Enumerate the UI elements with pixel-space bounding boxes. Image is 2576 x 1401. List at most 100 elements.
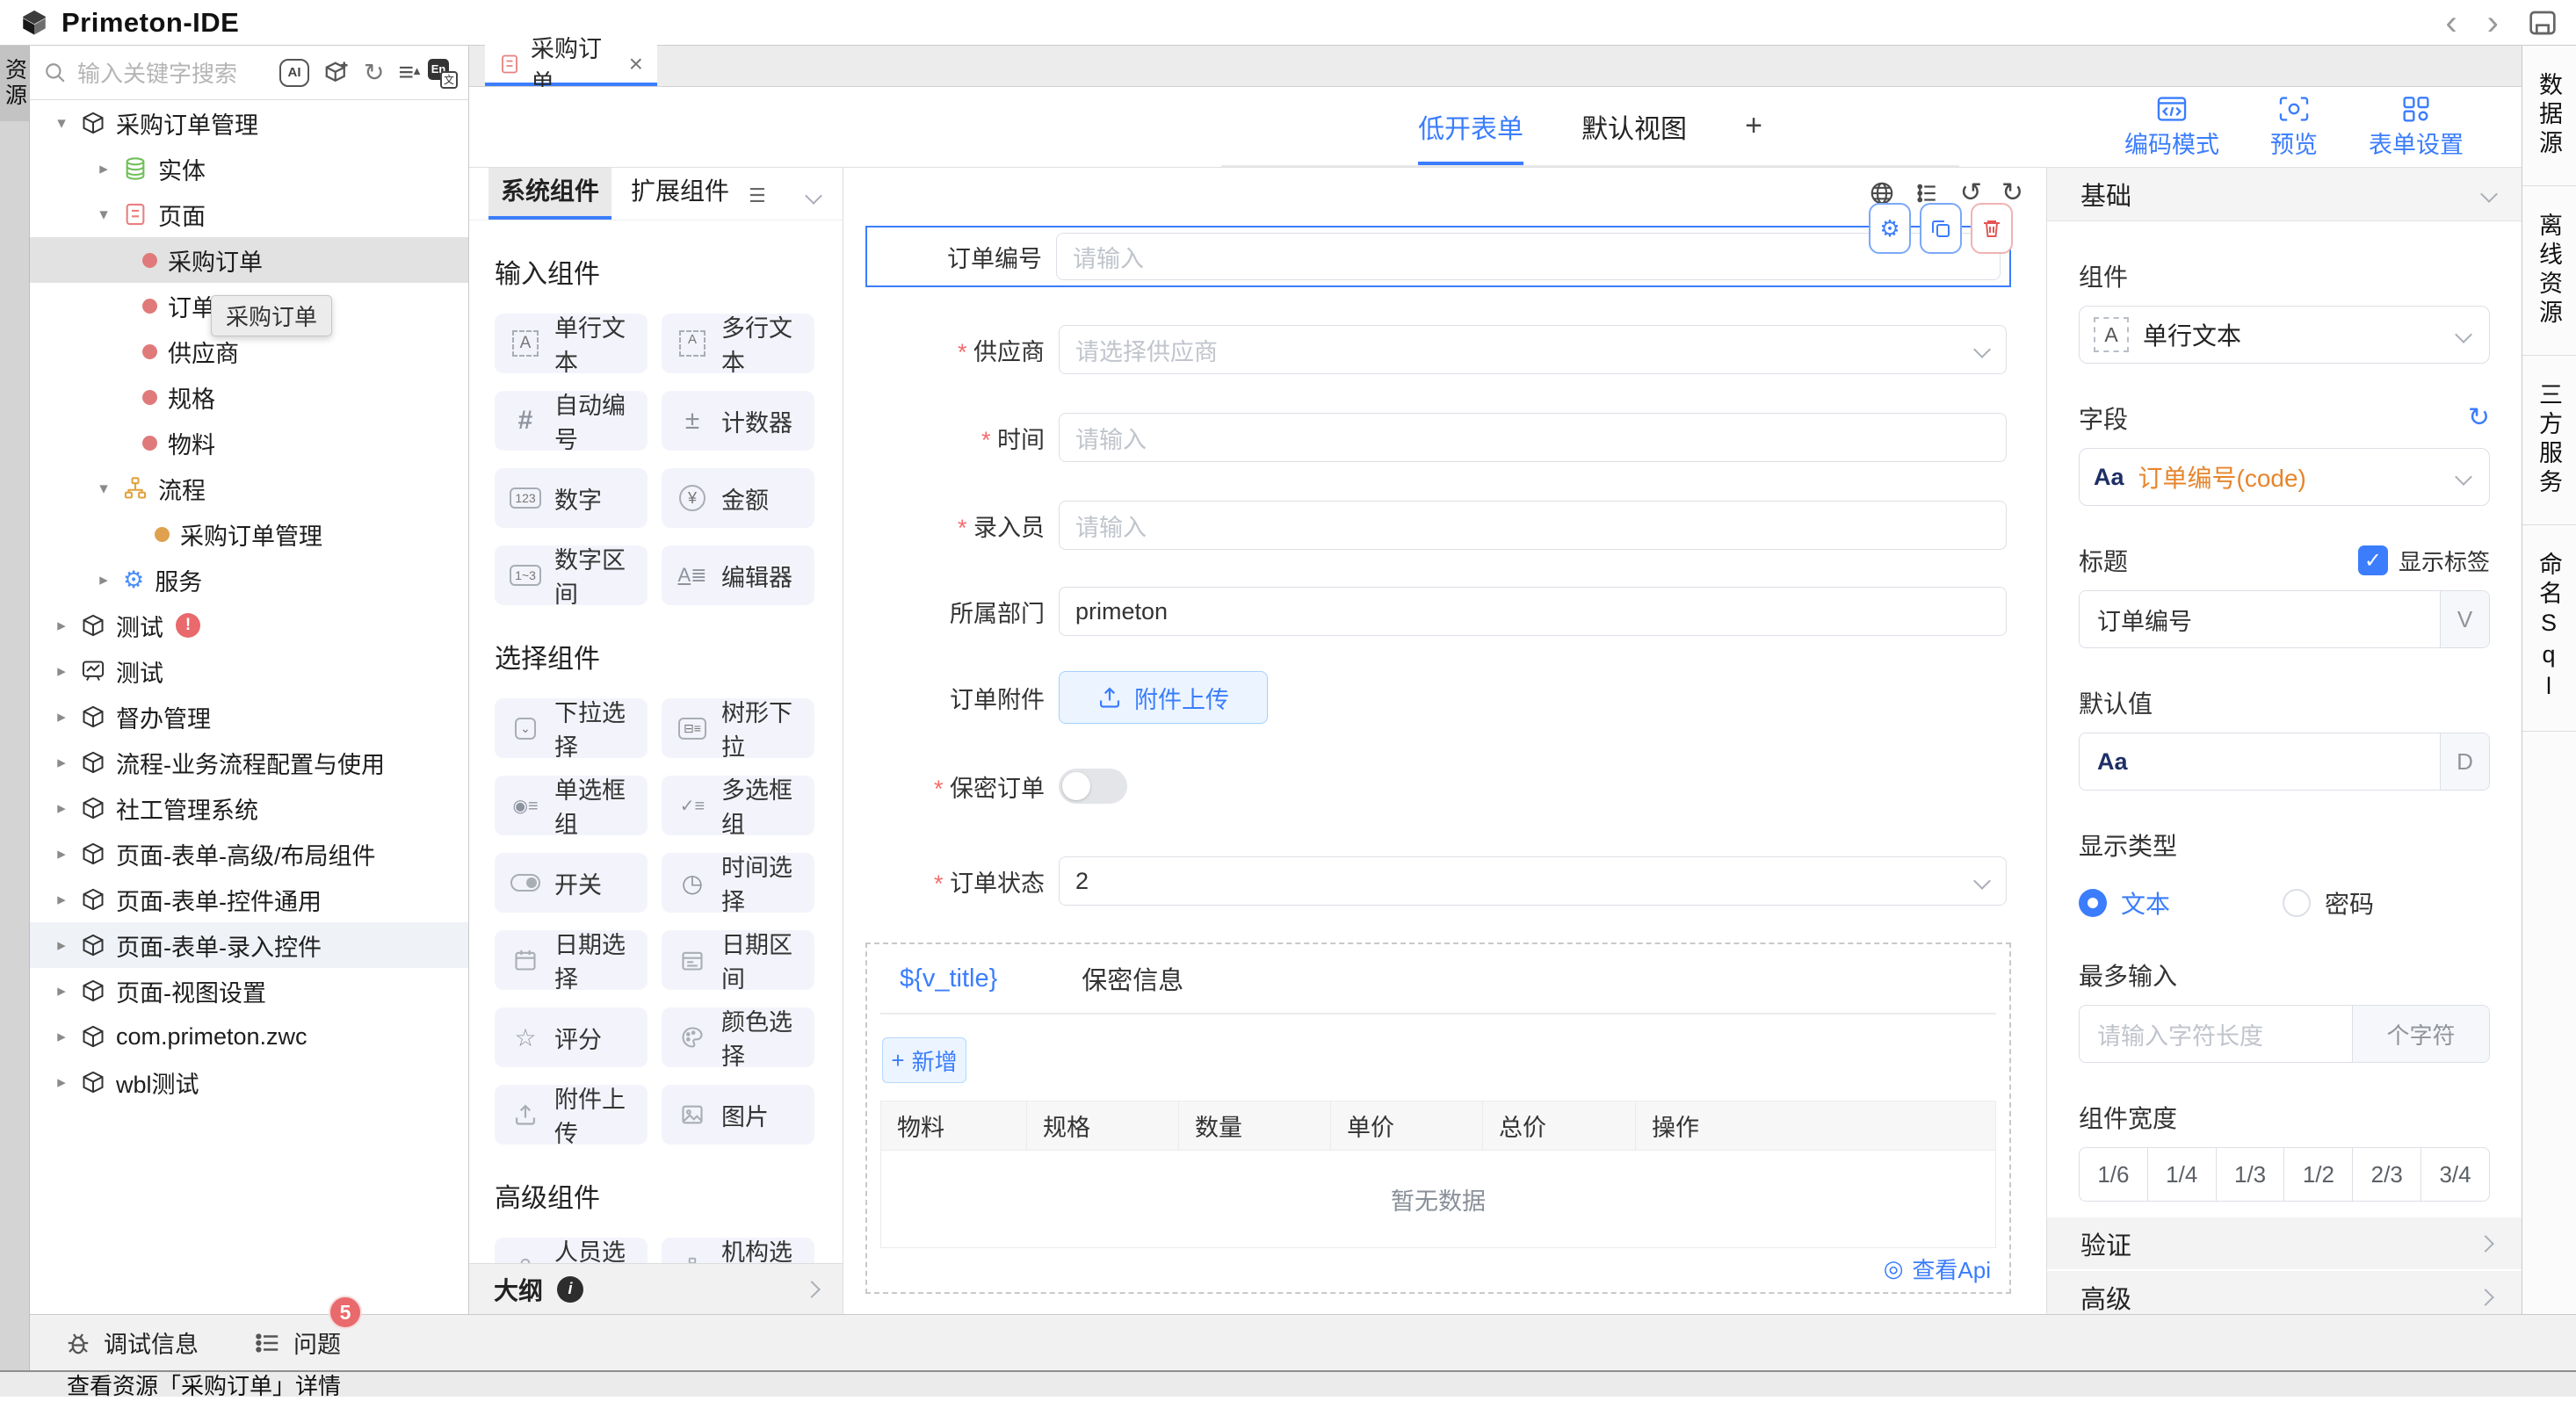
issues-button[interactable]: 问题 5 [255,1325,341,1360]
palette-item-date-range[interactable]: 日期区间 [662,930,814,990]
expander-down-icon[interactable]: ▾ [95,479,112,499]
field-select[interactable]: Aa 订单编号(code) [2079,448,2490,506]
expander-down-icon[interactable]: ▾ [95,205,112,225]
expander-right-icon[interactable]: ▸ [53,1072,70,1093]
expander-right-icon[interactable]: ▸ [95,159,112,179]
width-option-1-4[interactable]: 1/4 [2148,1148,2217,1201]
default-value-input[interactable]: Aa [2080,733,2440,790]
secret-order-toggle[interactable] [1059,769,1127,804]
field-delete-button[interactable] [1971,203,2013,254]
palette-item-radio-group[interactable]: ◉≡单选框组 [495,776,648,835]
max-length-input[interactable]: 请输入字符长度 [2080,1006,2352,1062]
tree-item-test2[interactable]: ▸ 测试 [30,648,468,694]
expander-right-icon[interactable]: ▸ [53,844,70,864]
rail-tab-named-sql[interactable]: 命名Sql [2522,525,2576,732]
palette-item-counter[interactable]: ±计数器 [662,391,814,451]
search-input[interactable]: 输入关键字搜索 [77,56,237,89]
view-api-link[interactable]: ◎查看Api [880,1248,1996,1289]
props-section-basic[interactable]: 基础 [2047,168,2522,221]
add-row-button[interactable]: + 新增 [882,1037,966,1083]
width-option-1-2[interactable]: 1/2 [2284,1148,2353,1201]
tree-item-form-common[interactable]: ▸ 页面-表单-控件通用 [30,877,468,922]
save-layout-icon[interactable] [2529,10,2557,36]
order-code-input[interactable]: 请输入 [1073,240,1144,274]
width-option-3-4[interactable]: 3/4 [2421,1148,2489,1201]
field-row-supplier[interactable]: 供应商 请选择供应商 [865,325,2007,374]
new-resource-icon[interactable] [323,60,350,86]
outline-footer[interactable]: 大纲 i [469,1263,843,1314]
expander-right-icon[interactable]: ▸ [53,935,70,956]
palette-menu-icon[interactable]: ☰ [749,184,766,220]
width-option-1-3[interactable]: 1/3 [2217,1148,2285,1201]
form-settings-button[interactable]: 表单设置 [2369,96,2464,160]
subform-tab-secret-info[interactable]: 保密信息 [1082,960,1183,997]
tree-item-zwc[interactable]: ▸ com.primeton.zwc [30,1014,468,1059]
palette-item-rating[interactable]: ☆评分 [495,1007,648,1067]
tab-extended-components[interactable]: 扩展组件 [619,168,742,220]
palette-item-number[interactable]: 123数字 [495,468,648,528]
width-option-1-6[interactable]: 1/6 [2080,1148,2148,1201]
tree-item-social-work[interactable]: ▸ 社工管理系统 [30,785,468,831]
file-tab-purchase-order[interactable]: 采购订单 × [485,45,657,86]
tab-default-view[interactable]: 默认视图 [1581,87,1687,165]
field-settings-button[interactable]: ⚙ [1869,203,1911,254]
show-label-checkbox[interactable]: ✓显示标签 [2358,545,2490,577]
preview-button[interactable]: 预览 [2270,96,2318,160]
palette-item-color-picker[interactable]: 颜色选择 [662,1007,814,1067]
tree-item-purchase-order[interactable]: 采购订单 [30,237,468,283]
tab-system-components[interactable]: 系统组件 [488,168,611,220]
rail-tab-offline-resources[interactable]: 离线资源 [2522,186,2576,356]
tree-item-po-process[interactable]: 采购订单管理 [30,511,468,557]
supplier-select[interactable]: 请选择供应商 [1059,325,2007,374]
subform-tab-vtitle[interactable]: ${v_title} [900,964,997,993]
expander-right-icon[interactable]: ▸ [53,753,70,773]
radio-text[interactable]: 文本 [2079,885,2170,921]
tree-item-services[interactable]: ▸ ⚙ 服务 [30,557,468,603]
tree-item-project[interactable]: ▾ 采购订单管理 [30,100,468,146]
code-mode-button[interactable]: 编码模式 [2124,96,2219,160]
attachment-upload-button[interactable]: 附件上传 [1059,671,1268,724]
field-row-attachment[interactable]: 订单附件 附件上传 [865,671,2007,724]
nav-back-icon[interactable]: ‹ [2445,10,2457,36]
tree-item-duban[interactable]: ▸ 督办管理 [30,694,468,740]
palette-item-image[interactable]: 图片 [662,1085,814,1145]
expander-right-icon[interactable]: ▸ [53,890,70,910]
tree-item-pages[interactable]: ▾ 页面 [30,191,468,237]
palette-item-editor[interactable]: A≣编辑器 [662,545,814,605]
field-row-time[interactable]: 时间 请输入 [865,413,2007,462]
entry-clerk-input[interactable]: 请输入 [1059,501,2007,550]
left-rail-tab-resources[interactable]: 资源 [0,46,29,121]
palette-item-tree-dropdown[interactable]: ⊟≡树形下拉 [662,698,814,758]
palette-item-time-picker[interactable]: ◷时间选择 [662,853,814,913]
palette-item-upload[interactable]: 附件上传 [495,1085,648,1145]
props-section-advanced[interactable]: 高级 [2047,1269,2522,1314]
palette-item-checkbox-group[interactable]: ✓≡多选框组 [662,776,814,835]
palette-item-auto-number[interactable]: #自动编号 [495,391,648,451]
tree-item-entities[interactable]: ▸ 实体 [30,146,468,191]
expander-right-icon[interactable]: ▸ [53,661,70,682]
add-view-button[interactable]: + [1745,87,1762,165]
expander-right-icon[interactable]: ▸ [53,616,70,636]
field-row-department[interactable]: 所属部门 primeton [865,587,2007,636]
tree-item-spec[interactable]: 规格 [30,374,468,420]
palette-item-multi-text[interactable]: A多行文本 [662,314,814,373]
palette-item-number-range[interactable]: 1~3数字区间 [495,545,648,605]
field-row-order-status[interactable]: 订单状态 2 [865,856,2007,906]
palette-item-single-text[interactable]: A单行文本 [495,314,648,373]
width-option-2-3[interactable]: 2/3 [2353,1148,2421,1201]
rail-tab-datasource[interactable]: 数据源 [2522,46,2576,186]
tree-item-form-entry[interactable]: ▸ 页面-表单-录入控件 [30,922,468,968]
nav-forward-icon[interactable]: › [2487,10,2499,36]
close-tab-icon[interactable]: × [629,50,643,78]
title-addon-v[interactable]: V [2440,591,2489,647]
tree-item-view-settings[interactable]: ▸ 页面-视图设置 [30,968,468,1014]
tree-item-process[interactable]: ▾ 流程 [30,466,468,511]
component-select[interactable]: A 单行文本 [2079,306,2490,364]
default-addon-d[interactable]: D [2440,733,2489,790]
field-row-secret-order[interactable]: 保密订单 [865,769,2007,804]
expander-right-icon[interactable]: ▸ [53,707,70,727]
translate-icon[interactable]: En文 [428,59,456,87]
selected-field-order-code[interactable]: 订单编号 请输入 ⚙ [865,226,2011,287]
palette-item-dropdown[interactable]: ⌄下拉选择 [495,698,648,758]
tab-lowcode-form[interactable]: 低开表单 [1418,87,1523,165]
